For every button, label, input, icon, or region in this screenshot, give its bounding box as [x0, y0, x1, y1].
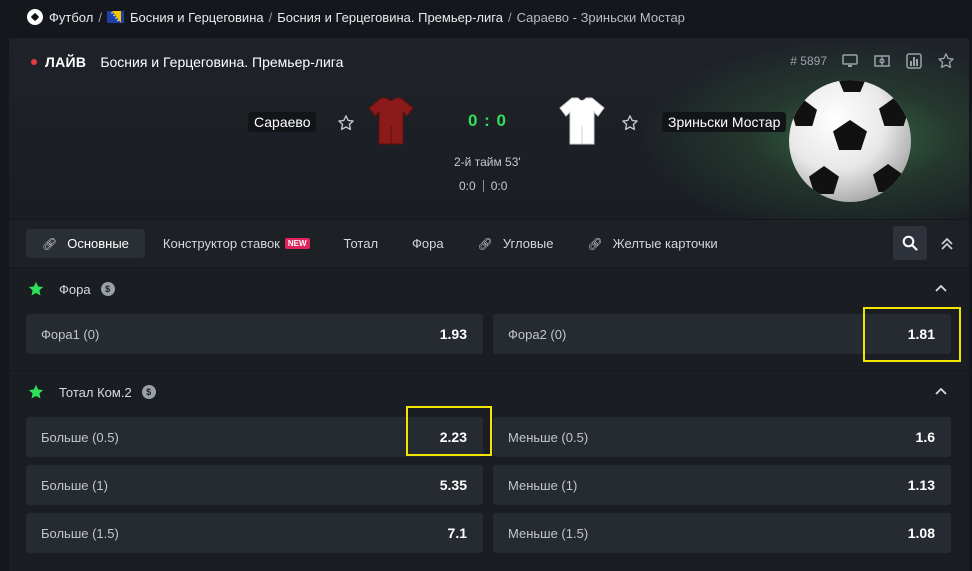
- chevron-up-icon[interactable]: [933, 384, 949, 400]
- odd-value: 1.13: [907, 477, 935, 493]
- bosnia-flag-icon: [106, 11, 124, 23]
- favorite-star-filled-icon[interactable]: [27, 383, 45, 401]
- match-period: 2-й тайм 53': [454, 155, 521, 169]
- tab-bet-builder[interactable]: Конструктор ставок NEW: [147, 229, 326, 258]
- market-header[interactable]: Фора $: [9, 268, 969, 310]
- breadcrumb-match: Сараево - Зриньски Мостар: [516, 9, 685, 25]
- odd-value: 1.08: [907, 525, 935, 541]
- odd-value: 7.1: [447, 525, 467, 541]
- live-dot: [31, 59, 37, 65]
- tab-label: Конструктор ставок: [162, 236, 280, 251]
- link-icon: 🔗︎: [477, 236, 493, 251]
- match-id: # 5897: [790, 54, 827, 68]
- away-jersey-icon: [559, 97, 605, 145]
- tab-handicap[interactable]: Фора: [396, 229, 460, 258]
- tab-label: Желтые карточки: [612, 236, 718, 251]
- breadcrumb-separator: /: [98, 9, 102, 25]
- odd-name: Больше (0.5): [41, 429, 119, 445]
- tab-total[interactable]: Тотал: [328, 229, 395, 258]
- market-tabs: 🔗︎ Основные Конструктор ставок NEW Тотал…: [9, 220, 969, 267]
- cashout-icon: $: [141, 385, 156, 399]
- market-title: Фора: [59, 281, 91, 297]
- home-favorite-star-icon[interactable]: [337, 114, 355, 132]
- odd-button[interactable]: Фора1 (0) 1.93: [26, 314, 483, 354]
- cashout-icon: $: [100, 282, 115, 296]
- odd-button[interactable]: Меньше (1) 1.13: [493, 465, 951, 505]
- highlight-box: [863, 307, 961, 362]
- odd-name: Меньше (1): [508, 477, 578, 493]
- tab-label: Угловые: [502, 236, 554, 251]
- odd-value: 5.35: [439, 477, 467, 493]
- tab-label: Основные: [67, 236, 129, 251]
- odd-name: Больше (1.5): [41, 525, 119, 541]
- odd-button[interactable]: Меньше (1.5) 1.08: [493, 513, 951, 553]
- first-half-score: 0:0: [459, 179, 476, 193]
- header-actions: # 5897: [790, 52, 955, 70]
- league-name[interactable]: Босния и Герцеговина. Премьер-лига: [100, 54, 343, 70]
- away-favorite-star-icon[interactable]: [621, 114, 639, 132]
- live-indicator: ЛАЙВ Босния и Герцеговина. Премьер-лига: [31, 54, 343, 70]
- soccer-ball-image: [789, 80, 911, 202]
- odd-button[interactable]: Больше (1) 5.35: [26, 465, 483, 505]
- favorite-star-filled-icon[interactable]: [27, 280, 45, 298]
- breadcrumb: Футбол / Босния и Герцеговина / Босния и…: [0, 0, 972, 34]
- field-icon[interactable]: [873, 52, 891, 70]
- highlight-box: [406, 406, 492, 456]
- breadcrumb-country[interactable]: Босния и Герцеговина: [130, 10, 264, 25]
- odd-name: Больше (1): [41, 477, 108, 493]
- home-team-name[interactable]: Сараево: [248, 112, 317, 132]
- match-header: ЛАЙВ Босния и Герцеговина. Премьер-лига …: [9, 38, 969, 219]
- search-icon: [902, 235, 918, 251]
- home-jersey-icon: [368, 97, 414, 145]
- link-icon: 🔗︎: [587, 236, 603, 251]
- market-title: Тотал Ком.2: [59, 384, 132, 400]
- tab-label: Фора: [412, 236, 444, 251]
- second-half-score: 0:0: [490, 179, 508, 193]
- favorite-star-icon[interactable]: [937, 52, 955, 70]
- tab-yellow-cards[interactable]: 🔗︎ Желтые карточки: [571, 229, 733, 258]
- odd-button[interactable]: Меньше (0.5) 1.6: [493, 417, 951, 457]
- link-icon: 🔗︎: [42, 236, 58, 251]
- away-team-name[interactable]: Зриньски Мостар: [662, 112, 787, 132]
- collapse-all-button[interactable]: [937, 234, 957, 254]
- odd-name: Фора1 (0): [41, 326, 100, 342]
- new-badge: NEW: [284, 238, 310, 249]
- odd-value: 1.93: [439, 326, 467, 342]
- odd-button[interactable]: Больше (1.5) 7.1: [26, 513, 483, 553]
- odd-name: Меньше (0.5): [508, 429, 589, 445]
- search-button[interactable]: [893, 226, 927, 260]
- odd-name: Фора2 (0): [508, 326, 567, 342]
- stats-icon[interactable]: [905, 52, 923, 70]
- breadcrumb-league[interactable]: Босния и Герцеговина. Премьер-лига: [277, 10, 503, 25]
- odd-value: 1.6: [915, 429, 935, 445]
- score-divider: [482, 180, 484, 192]
- odd-name: Меньше (1.5): [508, 525, 589, 541]
- breadcrumb-football[interactable]: Футбол: [49, 10, 93, 25]
- tab-label: Тотал: [343, 236, 379, 251]
- match-score: 0 : 0: [468, 111, 508, 130]
- breadcrumb-separator: /: [268, 9, 273, 25]
- chevron-up-icon[interactable]: [933, 281, 949, 297]
- double-chevron-up-icon: [941, 237, 953, 250]
- breadcrumb-separator: /: [507, 9, 512, 25]
- tab-main[interactable]: 🔗︎ Основные: [26, 229, 145, 258]
- period-scores: 0:0 0:0: [459, 179, 507, 193]
- live-label: ЛАЙВ: [45, 54, 87, 70]
- tv-icon[interactable]: [841, 52, 859, 70]
- tab-corners[interactable]: 🔗︎ Угловые: [462, 229, 570, 258]
- football-icon: [27, 9, 43, 25]
